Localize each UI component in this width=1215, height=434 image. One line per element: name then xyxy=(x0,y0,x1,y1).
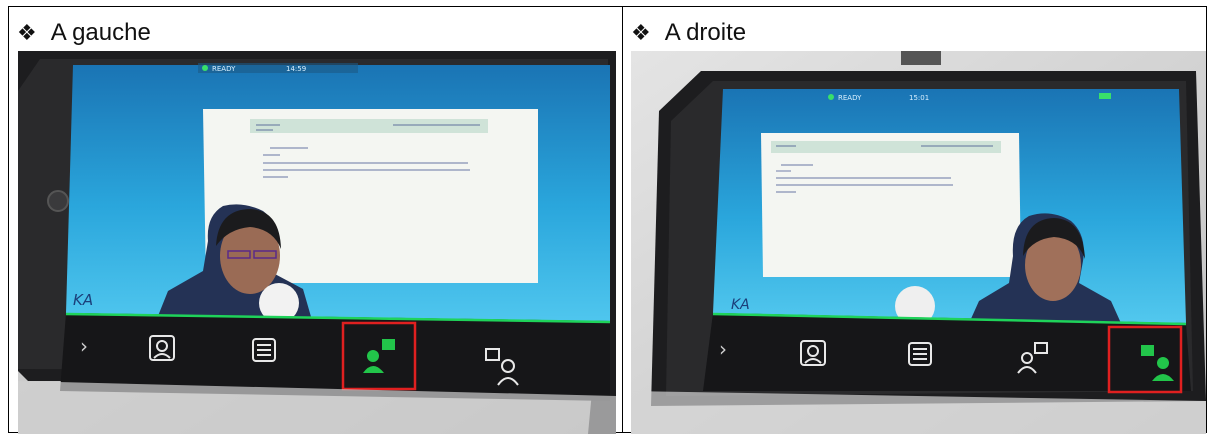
ipad-photo-left: READY 14:59 KA › xyxy=(18,51,616,434)
heading-text: A gauche xyxy=(50,19,151,46)
chevron-right-icon: › xyxy=(80,334,88,358)
status-text: READY xyxy=(212,65,236,73)
heading-text: A droite xyxy=(664,19,747,46)
ipad-photo-left-art: READY 14:59 KA › xyxy=(18,51,616,434)
time-text: 14:59 xyxy=(286,65,306,73)
status-text: READY xyxy=(838,94,862,102)
chevron-right-icon: › xyxy=(719,337,727,361)
ipad-photo-right-art: READY 15:01 KA › xyxy=(631,51,1206,434)
cell-heading: ❖ A gauche xyxy=(17,16,151,50)
ka-logo: KA xyxy=(731,297,750,313)
ka-logo: KA xyxy=(73,291,93,309)
table-cell-left: ❖ A gauche READY 14:59 KA › xyxy=(9,7,623,434)
time-text: 15:01 xyxy=(909,94,929,102)
cell-heading: ❖ A droite xyxy=(631,16,746,50)
diamond-bullet-icon: ❖ xyxy=(17,20,37,46)
ipad-photo-right: READY 15:01 KA › xyxy=(631,51,1206,434)
diamond-bullet-icon: ❖ xyxy=(631,20,651,46)
table-cell-right: ❖ A droite READY 15:01 KA › xyxy=(623,7,1206,434)
comparison-table: ❖ A gauche READY 14:59 KA › ❖ A droite R… xyxy=(8,6,1207,434)
